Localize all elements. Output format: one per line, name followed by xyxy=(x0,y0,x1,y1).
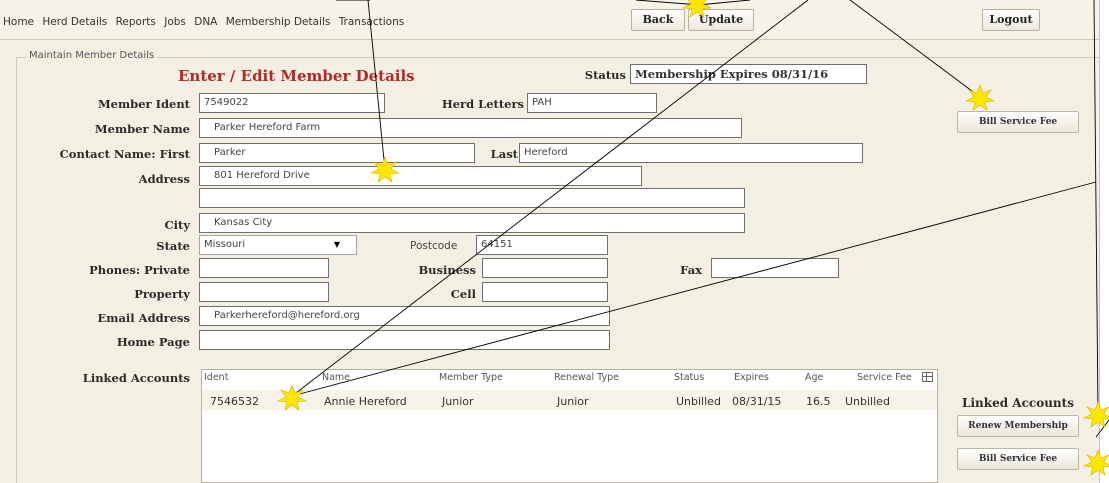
property-label: Property xyxy=(134,287,190,301)
city-label: City xyxy=(164,218,190,232)
phone-private-input[interactable] xyxy=(199,258,329,278)
last-name-label: Last xyxy=(490,147,518,161)
cell-name: Annie Hereford xyxy=(324,395,407,408)
linked-accounts-title: Linked Accounts xyxy=(962,396,1074,410)
fax-label: Fax xyxy=(680,263,702,277)
status-label: Status xyxy=(584,68,626,82)
menu-item-jobs[interactable]: Jobs xyxy=(164,16,186,28)
cell-member-type: Junior xyxy=(442,395,474,408)
app-window: Home Herd Details Reports Jobs DNA Membe… xyxy=(0,0,1109,483)
menu-item-home[interactable]: Home xyxy=(3,16,34,28)
callout-line-renew xyxy=(1093,0,1099,413)
postcode-input[interactable]: 64151 xyxy=(476,235,608,255)
table-row[interactable]: 7546532 Annie Hereford Junior Junior Unb… xyxy=(202,390,937,410)
business-label: Business xyxy=(418,263,476,277)
grid-icon[interactable] xyxy=(922,372,933,382)
address-line1-input[interactable]: 801 Hereford Drive xyxy=(199,166,642,186)
email-input[interactable]: Parkerhereford@hereford.org xyxy=(199,306,610,326)
chevron-down-icon: ▼ xyxy=(333,240,340,249)
contact-first-input[interactable]: Parker xyxy=(199,143,475,163)
property-input[interactable] xyxy=(199,282,329,302)
menu-item-herd-details[interactable]: Herd Details xyxy=(42,16,107,28)
menu-item-dna[interactable]: DNA xyxy=(194,16,217,28)
cell-label: Cell xyxy=(450,287,476,301)
cell-renewal-type: Junior xyxy=(557,395,589,408)
logout-button[interactable]: Logout xyxy=(982,9,1040,31)
column-header-service-fee[interactable]: Service Fee xyxy=(857,372,912,383)
cell-input[interactable] xyxy=(482,282,608,302)
linked-accounts-label: Linked Accounts xyxy=(82,371,190,385)
renew-membership-button[interactable]: Renew Membership xyxy=(957,415,1079,437)
fax-input[interactable] xyxy=(711,258,839,278)
column-header-status[interactable]: Status xyxy=(674,372,704,383)
address-label: Address xyxy=(138,172,190,186)
column-header-renewal-type[interactable]: Renewal Type xyxy=(554,372,619,383)
state-label: State xyxy=(156,239,190,253)
column-header-ident[interactable]: Ident xyxy=(204,372,228,383)
column-header-expires[interactable]: Expires xyxy=(734,372,769,383)
star-icon xyxy=(964,84,996,111)
member-name-input[interactable]: Parker Hereford Farm xyxy=(199,118,742,138)
state-value: Missouri xyxy=(204,239,246,250)
panel-legend: Maintain Member Details xyxy=(26,50,158,61)
cell-age: 16.5 xyxy=(806,395,831,408)
address-line2-input[interactable] xyxy=(199,188,745,208)
right-scroll-edge xyxy=(1099,0,1109,483)
contact-first-label: Contact Name: First xyxy=(59,147,190,161)
herd-letters-input[interactable]: PAH xyxy=(527,93,657,113)
update-button[interactable]: Update xyxy=(688,9,754,31)
panel-border-left xyxy=(16,57,17,483)
column-header-member-type[interactable]: Member Type xyxy=(439,372,503,383)
homepage-input[interactable] xyxy=(199,330,610,350)
top-menu-bar: Home Herd Details Reports Jobs DNA Membe… xyxy=(0,0,1099,40)
cell-expires: 08/31/15 xyxy=(732,395,782,408)
member-name-label: Member Name xyxy=(94,122,190,136)
business-input[interactable] xyxy=(482,258,608,278)
bill-service-fee-button[interactable]: Bill Service Fee xyxy=(957,111,1079,133)
panel-border-top xyxy=(16,57,1101,58)
herd-letters-label: Herd Letters xyxy=(441,97,524,111)
linked-accounts-table: Ident Name Member Type Renewal Type Stat… xyxy=(201,369,938,483)
main-menu: Home Herd Details Reports Jobs DNA Membe… xyxy=(3,16,409,28)
postcode-label: Postcode xyxy=(410,240,458,252)
email-label: Email Address xyxy=(97,311,190,325)
menu-item-reports[interactable]: Reports xyxy=(116,16,156,28)
last-name-input[interactable]: Hereford xyxy=(519,143,863,163)
back-button[interactable]: Back xyxy=(631,9,685,31)
member-ident-input[interactable]: 7549022 xyxy=(199,93,385,113)
homepage-label: Home Page xyxy=(116,335,190,349)
cell-status: Unbilled xyxy=(676,395,721,408)
menu-item-transactions[interactable]: Transactions xyxy=(339,16,405,28)
member-ident-label: Member Ident xyxy=(97,97,190,111)
page-title: Enter / Edit Member Details xyxy=(178,67,415,85)
menu-item-membership-details[interactable]: Membership Details xyxy=(226,16,331,28)
city-input[interactable]: Kansas City xyxy=(199,213,745,233)
state-select[interactable]: Missouri ▼ xyxy=(199,235,357,255)
bill-service-fee-linked-button[interactable]: Bill Service Fee xyxy=(957,448,1079,470)
column-header-name[interactable]: Name xyxy=(322,372,350,383)
status-field: Membership Expires 08/31/16 xyxy=(630,64,867,84)
column-header-age[interactable]: Age xyxy=(805,372,823,383)
phones-private-label: Phones: Private xyxy=(89,263,190,277)
cell-ident: 7546532 xyxy=(210,395,259,408)
cell-service-fee: Unbilled xyxy=(845,395,890,408)
